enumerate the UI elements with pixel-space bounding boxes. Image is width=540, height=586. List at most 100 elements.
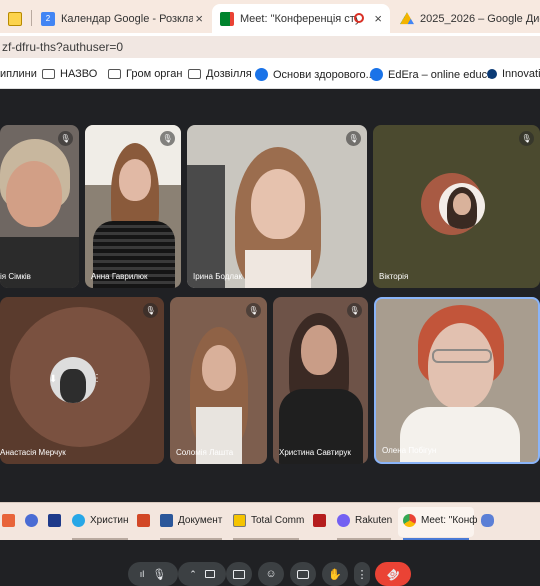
tab-separator: [31, 10, 32, 26]
mic-off-icon: 🎙: [58, 131, 73, 146]
url-field[interactable]: zf-dfru-ths?authuser=0: [0, 36, 540, 58]
bookmark-label: НАЗВО: [60, 68, 98, 80]
taskbar-label: Документ: [178, 515, 223, 526]
bookmarks-bar: иплини НАЗВО Гром орган Дозвілля Основи …: [0, 61, 540, 89]
calendar-icon: 2: [41, 11, 55, 26]
edera-icon: [370, 68, 383, 81]
taskbar-rakuten[interactable]: Rakuten: [337, 514, 392, 527]
viber-icon: [337, 514, 350, 527]
taskbar-telegram[interactable]: Христин: [72, 514, 129, 527]
url-text: zf-dfru-ths?authuser=0: [2, 40, 124, 54]
mic-toggle-button[interactable]: ıl 🎙: [128, 562, 178, 586]
pin-icon[interactable]: ⬇: [49, 374, 57, 385]
meet-call-area: 🎙 ія Сімків 🎙 Анна Гаврилюк 🎙 Ірина Бодл…: [0, 90, 540, 586]
bookmark-label: иплини: [0, 68, 37, 80]
end-call-button[interactable]: ☎: [375, 562, 411, 586]
tab-favicon-icon: [8, 11, 22, 26]
participant-face: [202, 345, 236, 391]
meet-icon: [220, 11, 234, 26]
tab-google-drive[interactable]: 2025_2026 – Google Диск: [392, 4, 540, 33]
people-icon: [481, 514, 494, 527]
folder-icon: [188, 69, 201, 79]
mic-off-icon: 🎙: [143, 303, 158, 318]
participant-name: Вікторія: [379, 272, 409, 281]
taskbar-label: Meet: "Конф: [421, 515, 478, 526]
close-icon[interactable]: ×: [374, 11, 382, 26]
participant-tile[interactable]: 🎙 ⬇ ⋮ Анастасія Мерчук: [0, 297, 164, 464]
bookmark-disciplines[interactable]: иплини: [0, 68, 37, 80]
participant-tile[interactable]: 🎙 Соломія Лашта: [170, 297, 267, 464]
powerpoint-icon: [137, 514, 150, 527]
glasses-icon: [432, 349, 492, 363]
globe-icon: [487, 69, 497, 79]
bookmark-label: Innovatin: [502, 68, 540, 80]
drive-icon: [400, 12, 414, 25]
taskbar-label: Total Comm: [251, 515, 305, 526]
close-icon[interactable]: ×: [195, 11, 203, 26]
taskbar-app[interactable]: [25, 514, 43, 527]
taskbar-word[interactable]: Документ: [160, 514, 222, 527]
bookmark-edera[interactable]: EdEra – online educ...: [370, 68, 496, 81]
bookmark-health[interactable]: Основи здорового...: [255, 68, 375, 81]
participant-name: Олена Побігун: [382, 446, 437, 455]
taskbar-app[interactable]: [481, 514, 499, 527]
recording-icon: [354, 13, 364, 23]
mic-off-icon: 🎙: [347, 303, 362, 318]
taskbar-chrome-meet[interactable]: Meet: "Конф: [403, 514, 477, 527]
telegram-icon: [72, 514, 85, 527]
more-options-button[interactable]: ⋮: [354, 562, 370, 586]
present-button[interactable]: [226, 562, 252, 586]
participant-face: [251, 169, 305, 239]
bookmark-innovatin[interactable]: Innovatin: [487, 68, 540, 80]
participant-clothes: [400, 407, 520, 462]
present-screen-icon: [233, 569, 245, 579]
tab-label: 2025_2026 – Google Диск: [420, 12, 540, 25]
browser-tab-strip: 2 Календар Google - Розклад по × Meet: "…: [0, 0, 540, 33]
tab-label: Meet: "Конференція студ: [240, 12, 358, 25]
phone-hangup-icon: ☎: [383, 564, 402, 583]
bookmark-label: Дозвілля: [206, 68, 252, 80]
participant-name: Ірина Бодлак: [193, 272, 243, 281]
participant-face: [428, 323, 494, 409]
participant-tile[interactable]: 🎙 ія Сімків: [0, 125, 79, 288]
taskbar-app[interactable]: [313, 514, 331, 527]
participant-face: [6, 161, 62, 227]
mic-off-icon: 🎙: [160, 131, 175, 146]
participant-name: Анна Гаврилюк: [91, 272, 148, 281]
mic-off-icon: 🎙: [519, 131, 534, 146]
mic-off-icon: 🎙: [246, 303, 261, 318]
more-options-icon[interactable]: ⋮: [92, 373, 102, 384]
total-commander-icon: [233, 514, 246, 527]
bookmark-grom-organ[interactable]: Гром орган: [108, 68, 182, 80]
bookmark-dozvillia[interactable]: Дозвілля: [188, 68, 252, 80]
participant-tile-speaking[interactable]: Олена Побігун: [374, 297, 540, 464]
tab-partial[interactable]: [0, 4, 26, 33]
app-icon: [313, 514, 326, 527]
participant-face: [119, 159, 151, 201]
participant-tile[interactable]: 🎙 Вікторія: [373, 125, 540, 288]
participant-tile[interactable]: 🎙 Анна Гаврилюк: [85, 125, 181, 288]
avatar: [439, 183, 485, 229]
tab-meet[interactable]: Meet: "Конференція студ ×: [212, 4, 390, 33]
edera-icon: [255, 68, 268, 81]
captions-button[interactable]: [290, 562, 316, 586]
taskbar-total-commander[interactable]: Total Comm: [233, 514, 304, 527]
room-door: [187, 165, 225, 288]
mic-icon: 🎙: [152, 568, 167, 581]
participant-face: [301, 325, 337, 375]
tab-label: Календар Google - Розклад по: [61, 12, 193, 25]
app-icon: [25, 514, 38, 527]
camera-toggle-button[interactable]: ⌃: [178, 562, 226, 586]
taskbar-powerpoint[interactable]: [137, 514, 155, 527]
tab-google-calendar[interactable]: 2 Календар Google - Розклад по ×: [33, 4, 211, 33]
raise-hand-button[interactable]: ✋: [322, 562, 348, 586]
app-icon: [48, 514, 61, 527]
reactions-button[interactable]: ☺: [258, 562, 284, 586]
captions-icon: [297, 569, 309, 579]
folder-icon: [108, 69, 121, 79]
taskbar-app[interactable]: [48, 514, 66, 527]
taskbar-app[interactable]: [2, 514, 20, 527]
bookmark-nazvo[interactable]: НАЗВО: [42, 68, 97, 80]
participant-tile[interactable]: 🎙 Ірина Бодлак: [187, 125, 367, 288]
participant-tile[interactable]: 🎙 Христина Савтирук: [273, 297, 368, 464]
